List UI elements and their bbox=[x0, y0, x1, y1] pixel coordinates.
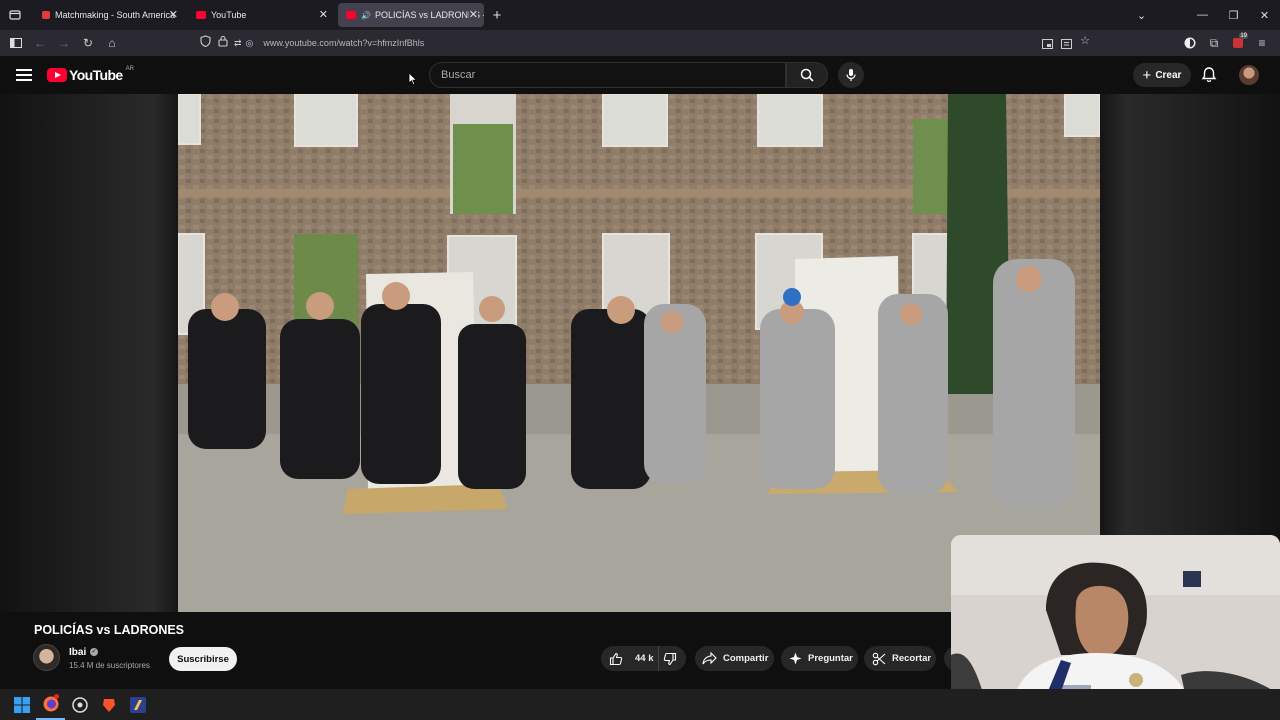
close-window-icon[interactable]: ✕ bbox=[1249, 9, 1280, 22]
ask-button[interactable]: Preguntar bbox=[781, 646, 858, 671]
tab-title: YouTube bbox=[211, 10, 247, 20]
youtube-logo-text: YouTube bbox=[69, 67, 123, 83]
like-dislike-group: 44 k bbox=[601, 646, 686, 671]
matchmaking-favicon-icon bbox=[42, 11, 50, 19]
youtube-logo[interactable]: YouTube AR bbox=[47, 66, 134, 83]
browser-tab-active-video[interactable]: 🔊 POLICÍAS vs LADRONES - Y ✕ bbox=[338, 3, 484, 27]
youtube-favicon-icon bbox=[196, 11, 206, 19]
close-tab-icon[interactable]: ✕ bbox=[468, 8, 478, 21]
browser-tab-matchmaking[interactable]: Matchmaking - South America ✕ bbox=[34, 3, 184, 27]
tab-title: POLICÍAS vs LADRONES - Y bbox=[374, 10, 484, 20]
youtube-favicon-icon bbox=[346, 11, 356, 19]
browser-nav-bar: ← → ↻ ⌂ ⇄ ◎ www.youtube.com/watch?v=hfmz… bbox=[0, 30, 1280, 56]
share-button[interactable]: Compartir bbox=[695, 646, 774, 671]
media-icon[interactable]: ◎ bbox=[246, 38, 254, 49]
lock-icon[interactable] bbox=[218, 34, 228, 52]
windows-taskbar bbox=[0, 689, 1280, 720]
window-controls: ⌄ — ❐ ✕ bbox=[1126, 0, 1280, 30]
new-tab-button[interactable]: + bbox=[484, 7, 510, 24]
browser-tab-youtube[interactable]: YouTube ✕ bbox=[188, 3, 334, 27]
like-button[interactable]: 44 k bbox=[601, 646, 659, 671]
extension-badge-count: 19 bbox=[1239, 33, 1248, 39]
thumbs-down-icon bbox=[663, 652, 676, 665]
permissions-icon[interactable]: ⇄ bbox=[234, 38, 242, 49]
thumbs-up-icon bbox=[609, 652, 623, 665]
hamburger-menu-icon[interactable] bbox=[14, 66, 34, 84]
country-code: AR bbox=[125, 66, 134, 72]
address-bar[interactable]: ⇄ ◎ www.youtube.com/watch?v=hfmzInfBhls … bbox=[200, 33, 1100, 53]
user-avatar[interactable] bbox=[1239, 65, 1259, 85]
share-label: Compartir bbox=[723, 653, 769, 664]
url-text[interactable]: www.youtube.com/watch?v=hfmzInfBhls bbox=[263, 38, 424, 48]
clip-button[interactable]: Recortar bbox=[864, 646, 936, 671]
shield-icon[interactable] bbox=[200, 34, 211, 52]
sparkle-icon bbox=[789, 652, 802, 665]
voice-search-button[interactable] bbox=[838, 62, 864, 88]
subscriber-count: 15.4 M de suscriptores bbox=[69, 661, 150, 670]
reader-view-icon[interactable] bbox=[1061, 36, 1073, 54]
youtube-play-icon bbox=[47, 68, 67, 82]
bookmark-star-icon[interactable]: ☆ bbox=[1080, 36, 1090, 54]
tab-list-icon[interactable] bbox=[2, 0, 28, 30]
notification-dot bbox=[54, 694, 59, 699]
channel-name[interactable]: Ibai bbox=[69, 647, 86, 658]
tab-title: Matchmaking - South America bbox=[55, 10, 176, 20]
firefox-icon[interactable] bbox=[36, 689, 65, 720]
picture-in-picture-icon[interactable] bbox=[1042, 36, 1054, 54]
notifications-bell-icon[interactable] bbox=[1201, 66, 1217, 88]
close-tab-icon[interactable]: ✕ bbox=[169, 8, 178, 21]
brave-icon[interactable] bbox=[94, 689, 123, 720]
create-label: Crear bbox=[1155, 69, 1182, 81]
chrome-like-icon[interactable] bbox=[65, 689, 94, 720]
home-icon[interactable]: ⌂ bbox=[100, 31, 124, 55]
search-input[interactable] bbox=[430, 63, 785, 87]
menu-icon[interactable]: ≡ bbox=[1250, 31, 1274, 55]
subscribe-button[interactable]: Suscribirse bbox=[169, 647, 237, 671]
close-tab-icon[interactable]: ✕ bbox=[319, 8, 328, 21]
sidebar-toggle-icon[interactable] bbox=[4, 31, 28, 55]
clip-label: Recortar bbox=[892, 653, 932, 664]
scissors-icon bbox=[872, 652, 886, 665]
account-icon[interactable] bbox=[1178, 31, 1202, 55]
speaker-icon[interactable]: 🔊 bbox=[361, 11, 371, 20]
verified-check-icon: ✓ bbox=[90, 648, 98, 656]
back-icon[interactable]: ← bbox=[28, 31, 52, 55]
search-icon bbox=[800, 68, 814, 82]
chevron-down-icon[interactable]: ⌄ bbox=[1126, 9, 1157, 22]
mouse-cursor-icon bbox=[408, 72, 418, 86]
microphone-icon bbox=[846, 69, 856, 81]
like-count: 44 k bbox=[635, 653, 654, 664]
create-button[interactable]: + Crear bbox=[1133, 63, 1191, 87]
forward-icon[interactable]: → bbox=[52, 31, 76, 55]
extensions-icon[interactable]: ⧉ bbox=[1202, 31, 1226, 55]
channel-avatar[interactable] bbox=[33, 644, 60, 671]
restore-icon[interactable]: ❐ bbox=[1218, 9, 1249, 22]
search-button[interactable] bbox=[786, 62, 828, 88]
share-arrow-icon bbox=[702, 652, 717, 665]
browser-tab-bar: Matchmaking - South America ✕ YouTube ✕ … bbox=[0, 0, 1280, 30]
ask-label: Preguntar bbox=[808, 653, 853, 664]
minimize-icon[interactable]: — bbox=[1187, 9, 1218, 21]
app-icon[interactable] bbox=[123, 689, 152, 720]
video-title: POLICÍAS vs LADRONES bbox=[34, 623, 185, 637]
browser-toolbar-right: ⧉ 19 ≡ bbox=[1178, 31, 1274, 55]
search-box bbox=[429, 62, 786, 88]
windows-start-icon[interactable] bbox=[7, 689, 36, 720]
extension-badge-icon[interactable]: 19 bbox=[1226, 31, 1250, 55]
plus-icon: + bbox=[1142, 66, 1152, 84]
youtube-header: YouTube AR + Crear bbox=[0, 56, 1280, 94]
dislike-button[interactable] bbox=[659, 652, 686, 666]
reload-icon[interactable]: ↻ bbox=[76, 31, 100, 55]
